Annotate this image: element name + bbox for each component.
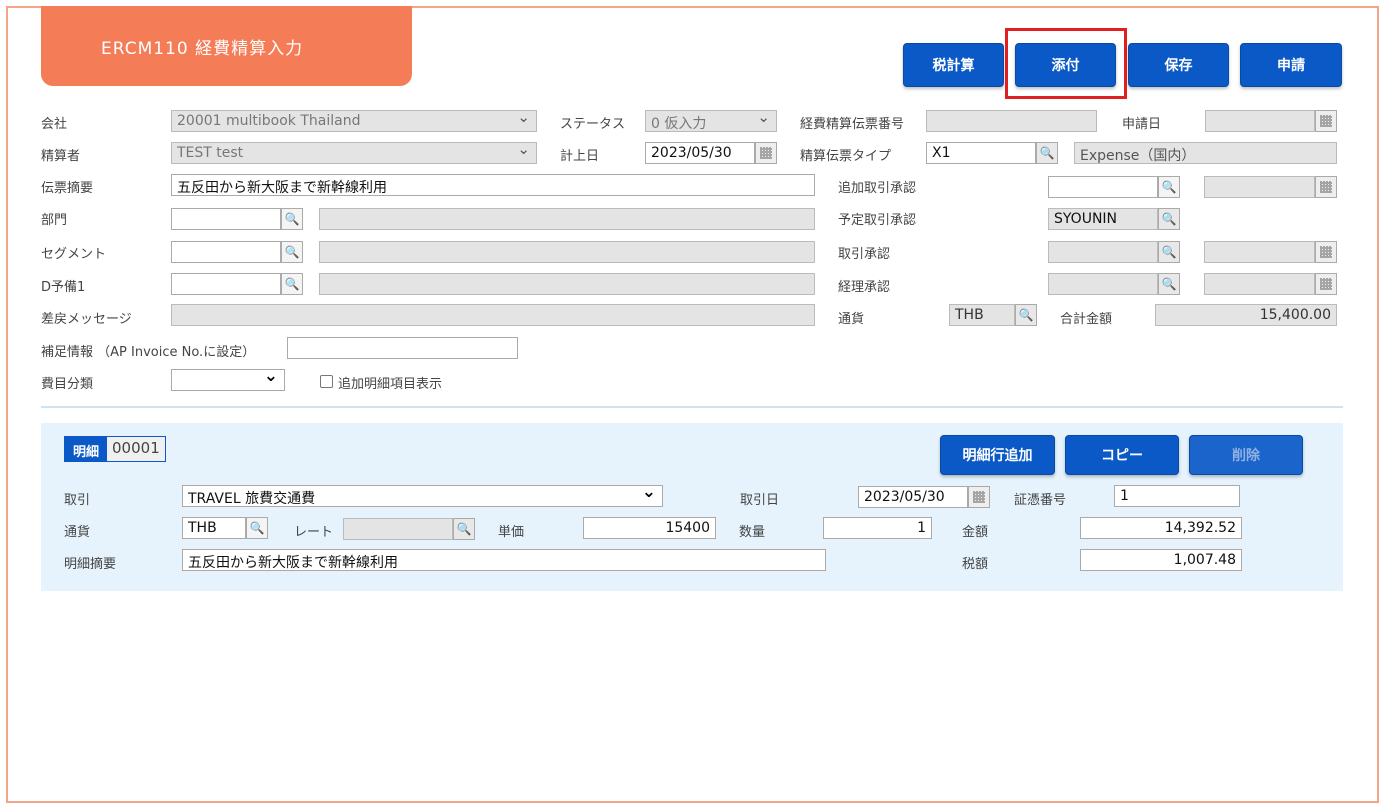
apply-date-calendar-icon bbox=[1315, 110, 1337, 132]
company-select[interactable]: 20001 multibook Thailand bbox=[171, 110, 537, 132]
segment-code-input[interactable] bbox=[171, 241, 281, 263]
dept-name bbox=[319, 208, 815, 230]
show-extra-label: 追加明細項目表示 bbox=[338, 377, 443, 392]
accounting-approval-calendar-icon bbox=[1315, 273, 1337, 295]
settler-label: 精算者 bbox=[41, 149, 81, 164]
apply-date-field bbox=[1205, 110, 1315, 132]
tax-calc-button[interactable]: 税計算 bbox=[903, 43, 1004, 87]
detail-desc-input[interactable]: 五反田から新大阪まで新幹線利用 bbox=[182, 549, 826, 571]
trade-approval-date bbox=[1204, 241, 1315, 263]
amount-label: 金額 bbox=[962, 525, 989, 540]
tax-label: 税額 bbox=[962, 557, 989, 572]
voucher-input[interactable]: 1 bbox=[1114, 485, 1240, 507]
supplement-label: 補足情報 （AP Invoice No.に設定） bbox=[41, 345, 256, 360]
dept-label: 部門 bbox=[41, 213, 68, 228]
trade-approval-search-icon[interactable]: 🔍 bbox=[1158, 241, 1180, 263]
copy-button[interactable]: コピー bbox=[1065, 435, 1179, 475]
show-extra-checkbox[interactable] bbox=[320, 375, 333, 388]
settler-select[interactable]: TEST test bbox=[171, 142, 537, 164]
status-select[interactable]: 0 仮入力 bbox=[645, 110, 777, 132]
company-label: 会社 bbox=[41, 117, 68, 132]
detail-currency-search-icon[interactable]: 🔍 bbox=[246, 517, 268, 539]
attach-highlight bbox=[1005, 28, 1127, 99]
rate-label: レート bbox=[294, 525, 334, 540]
reject-msg-label: 差戻メッセージ bbox=[41, 312, 132, 327]
total-label: 合計金額 bbox=[1060, 312, 1113, 327]
slip-no-field bbox=[926, 110, 1097, 132]
trade-approval-label: 取引承認 bbox=[838, 247, 891, 262]
accounting-approval-label: 経理承認 bbox=[838, 280, 891, 295]
detail-currency-input[interactable]: THB bbox=[182, 517, 246, 539]
total-field: 15,400.00 bbox=[1155, 304, 1337, 326]
detail-currency-label: 通貨 bbox=[64, 525, 91, 540]
accounting-approval-date bbox=[1204, 273, 1315, 295]
d-reserve-search-icon[interactable]: 🔍 bbox=[281, 273, 303, 295]
section-divider bbox=[41, 406, 1343, 408]
add-approval-calendar-icon bbox=[1315, 176, 1337, 198]
slip-type-label: 精算伝票タイプ bbox=[800, 149, 892, 164]
detail-badge: 明細 00001 bbox=[64, 436, 166, 462]
slip-type-search-icon[interactable]: 🔍 bbox=[1036, 142, 1058, 164]
add-detail-row-button[interactable]: 明細行追加 bbox=[940, 435, 1055, 475]
accounting-approval-search-icon[interactable]: 🔍 bbox=[1158, 273, 1180, 295]
reject-msg-field bbox=[171, 304, 815, 326]
tax-input[interactable]: 1,007.48 bbox=[1080, 549, 1242, 571]
expense-class-select[interactable] bbox=[171, 369, 285, 391]
currency-label: 通貨 bbox=[838, 312, 865, 327]
posting-date-label: 計上日 bbox=[560, 149, 600, 164]
trade-date-calendar-icon[interactable] bbox=[968, 486, 990, 508]
posting-date-field[interactable]: 2023/05/30 bbox=[645, 142, 755, 164]
planned-approval-search-icon[interactable]: 🔍 bbox=[1158, 208, 1180, 230]
trade-date-label: 取引日 bbox=[740, 493, 780, 508]
qty-label: 数量 bbox=[739, 525, 766, 540]
detail-badge-number: 00001 bbox=[107, 437, 165, 461]
segment-label: セグメント bbox=[41, 247, 107, 262]
dept-search-icon[interactable]: 🔍 bbox=[281, 208, 303, 230]
add-approval-field[interactable] bbox=[1048, 176, 1158, 198]
summary-input[interactable]: 五反田から新大阪まで新幹線利用 bbox=[171, 174, 815, 196]
unit-price-input[interactable]: 15400 bbox=[583, 517, 716, 539]
segment-search-icon[interactable]: 🔍 bbox=[281, 241, 303, 263]
apply-button[interactable]: 申請 bbox=[1240, 43, 1342, 87]
slip-type-field[interactable]: X1 bbox=[926, 142, 1036, 164]
rate-search-icon[interactable]: 🔍 bbox=[453, 518, 475, 540]
rate-field bbox=[343, 518, 453, 540]
trade-select[interactable]: TRAVEL 旅費交通費 bbox=[182, 485, 663, 507]
supplement-input[interactable] bbox=[287, 337, 518, 359]
add-approval-label: 追加取引承認 bbox=[838, 181, 917, 196]
slip-no-label: 経費精算伝票番号 bbox=[800, 117, 905, 132]
add-approval-search-icon[interactable]: 🔍 bbox=[1158, 176, 1180, 198]
detail-desc-label: 明細摘要 bbox=[64, 557, 117, 572]
status-label: ステータス bbox=[560, 117, 626, 132]
page-title: ERCM110 経費精算入力 bbox=[41, 6, 412, 86]
dept-code-input[interactable] bbox=[171, 208, 281, 230]
unit-price-label: 単価 bbox=[498, 525, 525, 540]
qty-input[interactable]: 1 bbox=[823, 517, 932, 539]
summary-label: 伝票摘要 bbox=[41, 181, 94, 196]
voucher-label: 証憑番号 bbox=[1014, 493, 1067, 508]
expense-class-label: 費目分類 bbox=[41, 377, 94, 392]
currency-field: THB bbox=[949, 304, 1015, 326]
segment-name bbox=[319, 241, 815, 263]
planned-approval-label: 予定取引承認 bbox=[838, 213, 917, 228]
detail-badge-label: 明細 bbox=[65, 437, 108, 461]
d-reserve-label: D予備1 bbox=[41, 280, 86, 295]
accounting-approval-field bbox=[1048, 273, 1158, 295]
trade-approval-field bbox=[1048, 241, 1158, 263]
trade-approval-calendar-icon bbox=[1315, 241, 1337, 263]
add-approval-date bbox=[1204, 176, 1315, 198]
d-reserve-code-input[interactable] bbox=[171, 273, 281, 295]
delete-button[interactable]: 削除 bbox=[1189, 435, 1303, 475]
apply-date-label: 申請日 bbox=[1122, 117, 1162, 132]
trade-label: 取引 bbox=[64, 493, 91, 508]
trade-date-field[interactable]: 2023/05/30 bbox=[858, 486, 968, 508]
planned-approval-field: SYOUNIN bbox=[1048, 208, 1158, 230]
amount-input[interactable]: 14,392.52 bbox=[1080, 517, 1242, 539]
currency-search-icon[interactable]: 🔍 bbox=[1015, 304, 1037, 326]
d-reserve-name bbox=[319, 273, 815, 295]
save-button[interactable]: 保存 bbox=[1128, 43, 1229, 87]
slip-type-name: Expense（国内） bbox=[1074, 142, 1337, 164]
posting-date-calendar-icon[interactable] bbox=[755, 142, 777, 164]
